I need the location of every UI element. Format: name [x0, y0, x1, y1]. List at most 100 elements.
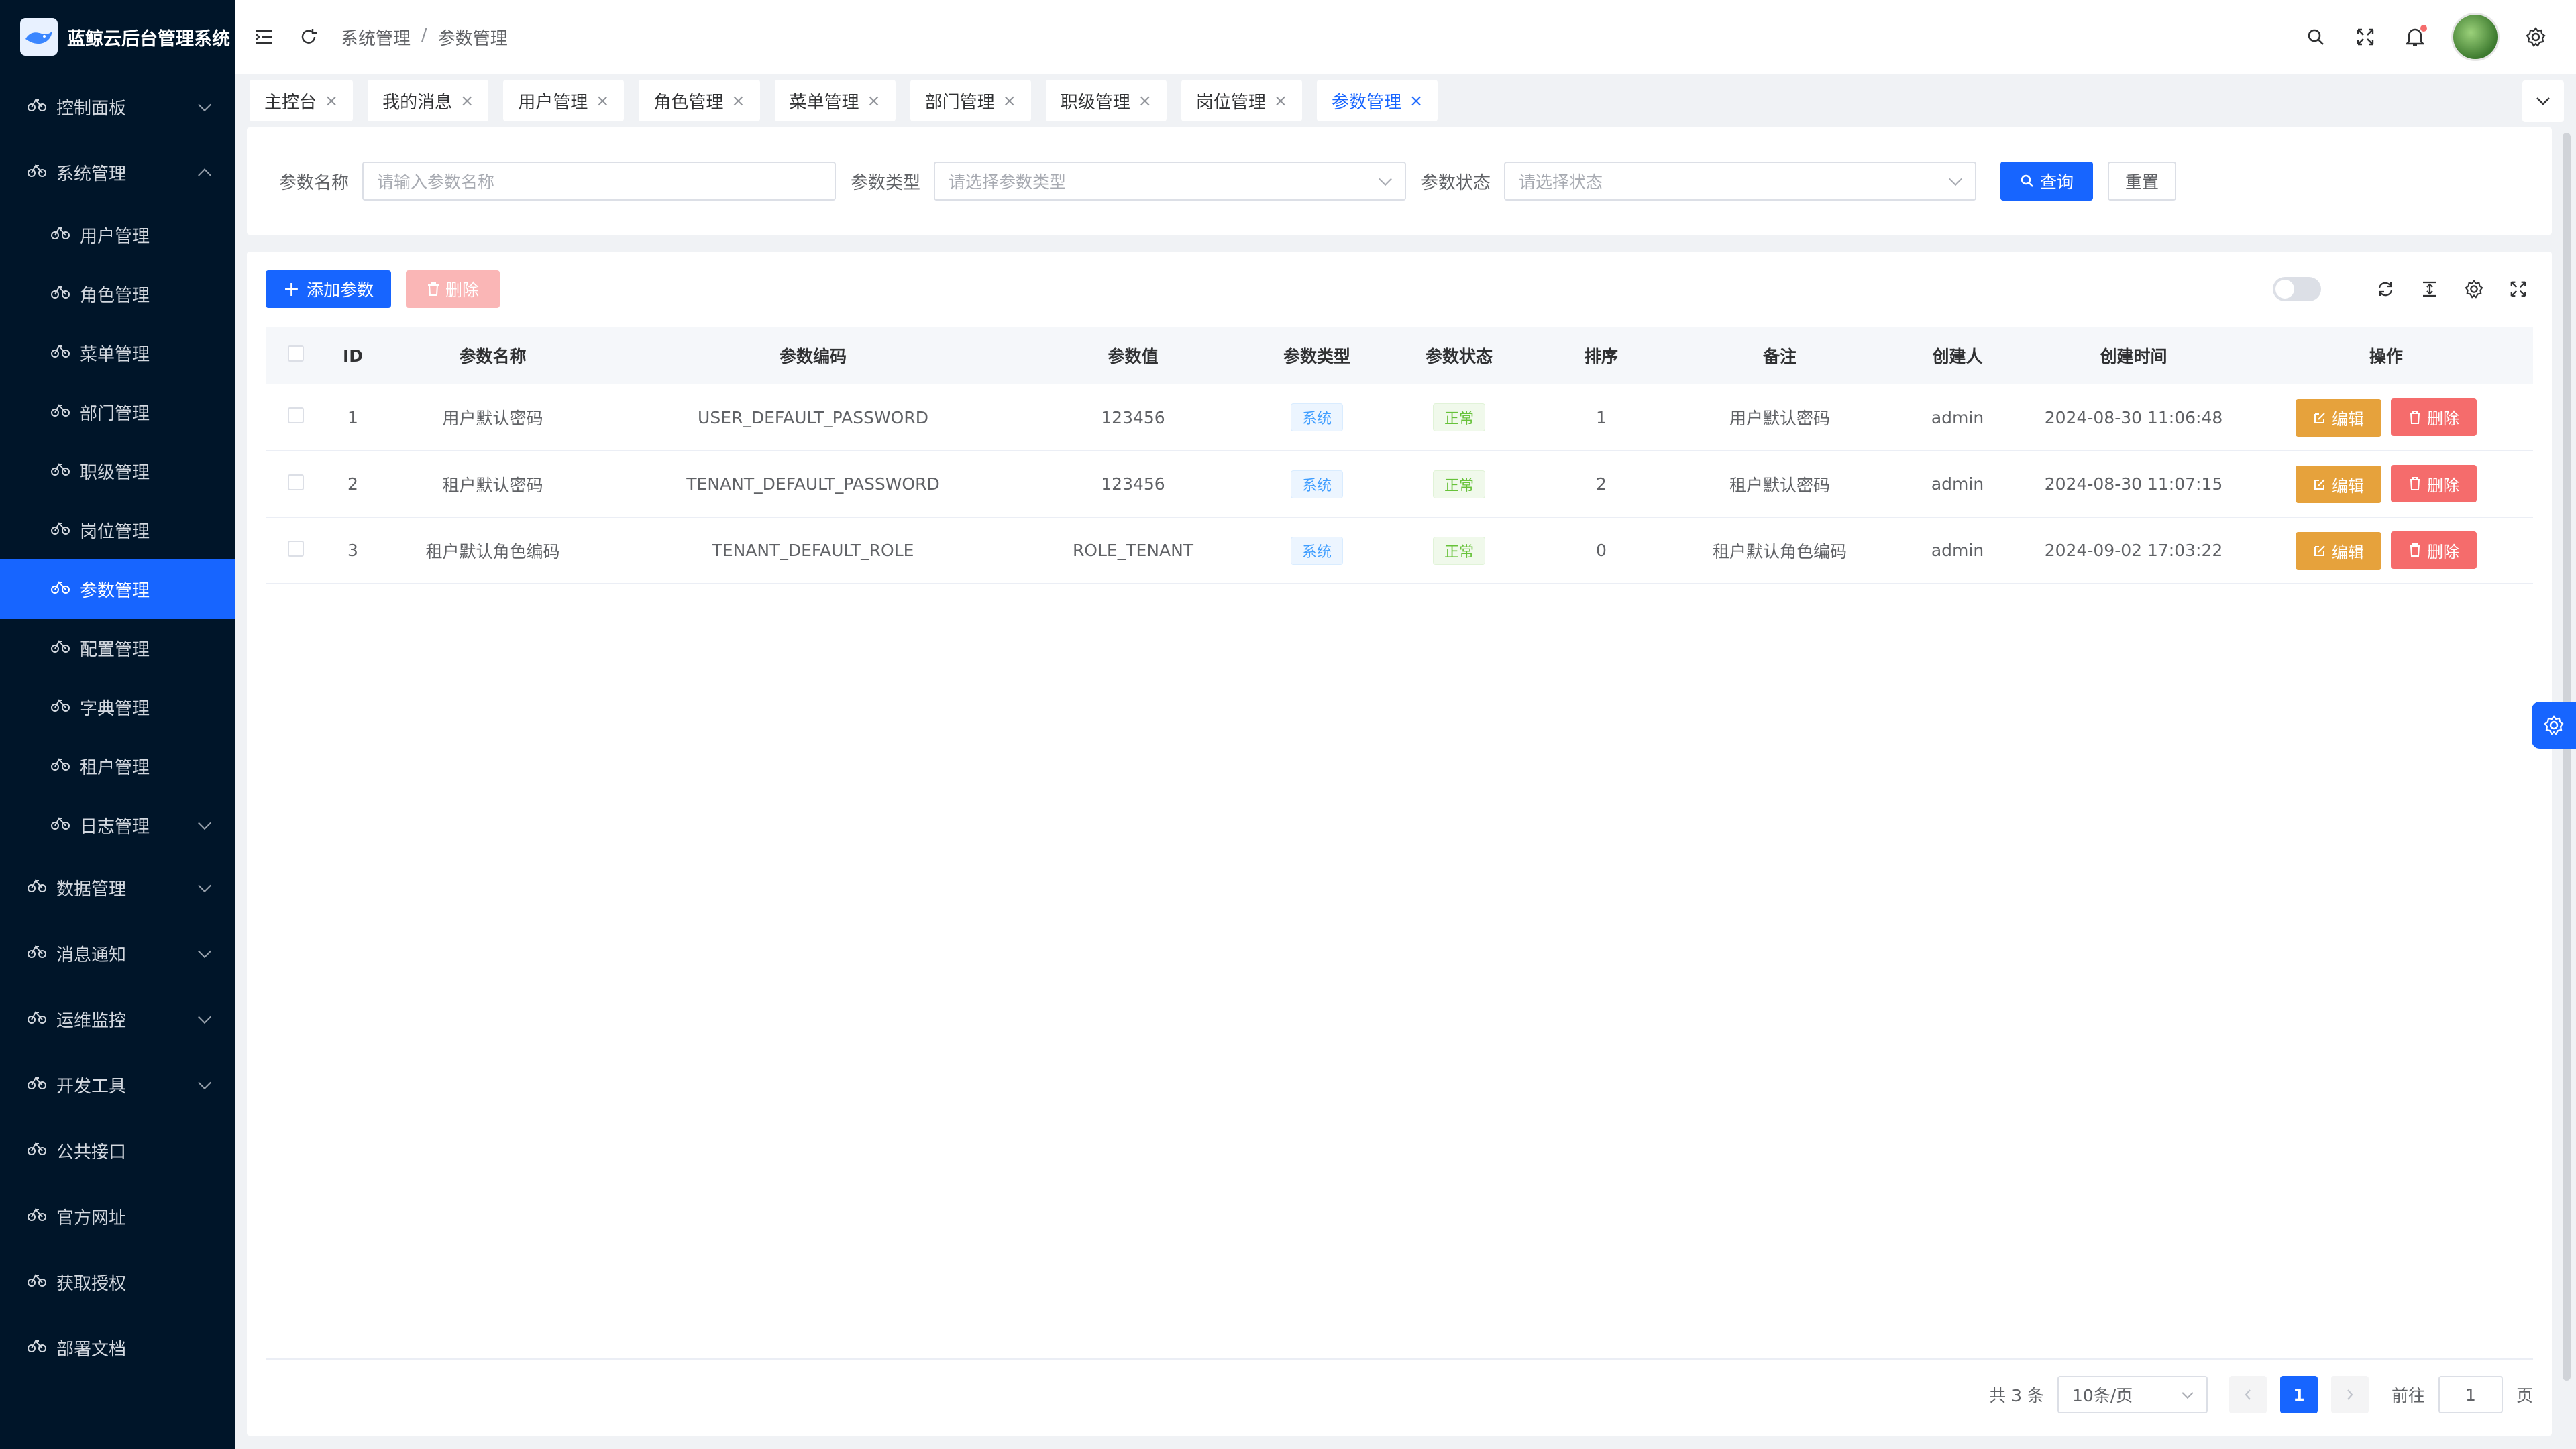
sidebar-item[interactable]: 开发工具: [0, 1052, 235, 1118]
sidebar-item[interactable]: 菜单管理: [0, 323, 235, 382]
chevron-down-icon: [198, 98, 211, 112]
refresh-icon[interactable]: [2372, 276, 2399, 303]
bell-icon[interactable]: [2402, 23, 2428, 50]
close-icon[interactable]: ×: [1409, 91, 1423, 110]
page-button-current[interactable]: 1: [2279, 1376, 2318, 1413]
tab-item[interactable]: 菜单管理 ×: [774, 80, 896, 121]
user-avatar[interactable]: [2451, 13, 2500, 61]
sidebar-item[interactable]: 公共接口: [0, 1118, 235, 1183]
app-logo[interactable]: 蓝鲸云后台管理系统: [0, 0, 235, 74]
close-icon[interactable]: ×: [460, 91, 474, 110]
column-header: 参数值: [1020, 327, 1246, 384]
close-icon[interactable]: ×: [731, 91, 745, 110]
query-button[interactable]: 查询: [2000, 162, 2094, 201]
tab-label: 菜单管理: [789, 92, 859, 113]
scrollbar-thumb[interactable]: [2563, 133, 2571, 1381]
search-icon[interactable]: [2302, 23, 2329, 50]
edit-button[interactable]: 编辑: [2296, 466, 2381, 503]
reset-button[interactable]: 重置: [2108, 162, 2177, 201]
sidebar-item-label: 字典管理: [80, 698, 150, 719]
row-checkbox[interactable]: [288, 540, 304, 557]
sidebar-item[interactable]: 运维监控: [0, 986, 235, 1052]
sidebar-item[interactable]: 职级管理: [0, 441, 235, 500]
tab-item[interactable]: 用户管理 ×: [503, 80, 625, 121]
tab-item[interactable]: 主控台 ×: [250, 80, 354, 121]
fullscreen-icon[interactable]: [2505, 276, 2532, 303]
sidebar-item[interactable]: 数据管理: [0, 855, 235, 920]
tab-item[interactable]: 岗位管理 ×: [1181, 80, 1302, 121]
tab-item[interactable]: 职级管理 ×: [1045, 80, 1167, 121]
sidebar-item[interactable]: 租户管理: [0, 737, 235, 796]
add-param-button[interactable]: + 添加参数: [266, 270, 391, 308]
bicycle-icon: [50, 402, 73, 422]
row-checkbox[interactable]: [288, 474, 304, 490]
table-header-row: ID 参数名称 参数编码 参数值 参数类型 参数状态 排序 备注 创建人 创建时…: [266, 327, 2533, 384]
edit-button[interactable]: 编辑: [2296, 398, 2381, 437]
sidebar-item-label: 岗位管理: [80, 521, 150, 542]
cell-status: 正常: [1388, 384, 1530, 451]
sidebar-item[interactable]: 官方网址: [0, 1183, 235, 1249]
close-icon[interactable]: ×: [325, 91, 338, 110]
sidebar-item[interactable]: 用户管理: [0, 205, 235, 264]
type-tag: 系统: [1290, 470, 1343, 498]
sidebar-item[interactable]: 部门管理: [0, 382, 235, 441]
next-page-button[interactable]: [2330, 1376, 2369, 1413]
close-icon[interactable]: ×: [867, 91, 881, 110]
tabs-more-button[interactable]: [2522, 80, 2564, 122]
toggle-switch[interactable]: [2273, 277, 2321, 301]
row-checkbox[interactable]: [288, 407, 304, 423]
close-icon[interactable]: ×: [1274, 91, 1287, 110]
sidebar-item[interactable]: 部署文档: [0, 1315, 235, 1381]
param-name-input[interactable]: 请输入参数名称: [362, 162, 837, 201]
delete-button[interactable]: 删除: [2391, 398, 2477, 436]
param-name-placeholder: 请输入参数名称: [377, 172, 495, 192]
sidebar-item[interactable]: 系统管理: [0, 140, 235, 205]
edit-button[interactable]: 编辑: [2296, 532, 2381, 570]
sidebar-item[interactable]: 日志管理: [0, 796, 235, 855]
query-button-label: 查询: [2040, 172, 2074, 192]
cell-creator: admin: [1887, 384, 2028, 451]
sidebar-item[interactable]: 消息通知: [0, 920, 235, 986]
sidebar-item[interactable]: 控制面板: [0, 74, 235, 140]
close-icon[interactable]: ×: [1138, 91, 1152, 110]
cell-name: 用户默认密码: [380, 384, 606, 451]
tab-item[interactable]: 部门管理 ×: [910, 80, 1031, 121]
search-panel: 参数名称 请输入参数名称 参数类型 请选择参数类型 参数状态 请选择状态 查询 …: [247, 127, 2552, 235]
column-height-icon[interactable]: [2416, 276, 2443, 303]
goto-page-input[interactable]: 1: [2438, 1376, 2503, 1413]
param-type-select[interactable]: 请选择参数类型: [934, 162, 1407, 201]
sidebar-item-label: 官方网址: [56, 1208, 127, 1228]
close-icon[interactable]: ×: [596, 91, 609, 110]
gear-icon[interactable]: [2522, 23, 2549, 50]
sidebar-item[interactable]: 获取授权: [0, 1249, 235, 1315]
page-scrollbar[interactable]: [2563, 127, 2571, 1436]
param-type-placeholder: 请选择参数类型: [949, 172, 1067, 192]
sidebar-item[interactable]: 参数管理: [0, 559, 235, 619]
sidebar-item-label: 消息通知: [56, 945, 127, 965]
sidebar-item[interactable]: 岗位管理: [0, 500, 235, 559]
cell-creator: admin: [1887, 451, 2028, 518]
table-row: 3 租户默认角色编码 TENANT_DEFAULT_ROLE ROLE_TENANT 系…: [266, 517, 2533, 584]
tab-item[interactable]: 角色管理 ×: [639, 80, 760, 121]
page-size-select[interactable]: 10条/页: [2057, 1376, 2208, 1413]
breadcrumb-item[interactable]: 系统管理: [341, 25, 411, 50]
refresh-icon[interactable]: [295, 23, 322, 50]
batch-delete-button[interactable]: 删除: [406, 270, 500, 308]
fullscreen-icon[interactable]: [2352, 23, 2379, 50]
sidebar-item[interactable]: 配置管理: [0, 619, 235, 678]
param-status-select[interactable]: 请选择状态: [1504, 162, 1977, 201]
close-icon[interactable]: ×: [1003, 91, 1016, 110]
settings-icon[interactable]: [2461, 276, 2487, 303]
tab-item[interactable]: 我的消息 ×: [368, 80, 489, 121]
delete-button[interactable]: 删除: [2391, 465, 2477, 502]
prev-page-button[interactable]: [2229, 1376, 2267, 1413]
theme-settings-button[interactable]: [2532, 702, 2576, 749]
sidebar-item[interactable]: 角色管理: [0, 264, 235, 323]
sidebar-item[interactable]: 字典管理: [0, 678, 235, 737]
tab-item[interactable]: 参数管理 ×: [1317, 80, 1438, 121]
collapse-menu-icon[interactable]: [251, 23, 278, 50]
select-all-checkbox[interactable]: [288, 345, 304, 362]
tab-label: 部门管理: [924, 92, 995, 113]
row-select-cell: [266, 517, 326, 584]
delete-button[interactable]: 删除: [2391, 531, 2477, 569]
